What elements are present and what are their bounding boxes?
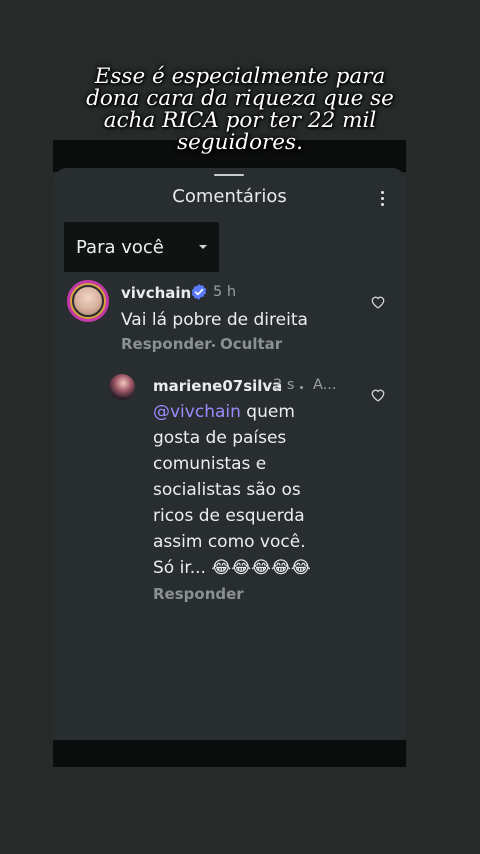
comment-time: 5 h (213, 284, 237, 300)
caption-line: dona cara da riqueza que se (86, 86, 394, 111)
reply-text-line: comunistas e (153, 454, 267, 474)
video-caption: Esse é especialmente para dona cara da r… (40, 66, 440, 154)
reply-button[interactable]: Responder (153, 585, 244, 603)
comment-username[interactable]: vivchain (121, 284, 191, 302)
comment-filter-dropdown[interactable]: Para você (64, 222, 219, 272)
avatar[interactable] (109, 374, 135, 400)
mention-link[interactable]: @vivchain (153, 402, 241, 422)
verified-badge-icon (191, 284, 207, 300)
comment-extra: A... (313, 377, 337, 393)
avatar[interactable] (67, 280, 109, 322)
caption-line: Esse é especialmente para (94, 64, 386, 89)
caption-line: acha RICA por ter 22 mil (103, 108, 377, 133)
reply-text: @vivchain quem gosta de países comunista… (153, 399, 353, 581)
comment-time: 2 s (273, 377, 295, 393)
letterbox-bottom (53, 740, 406, 767)
hide-button[interactable]: Ocultar (220, 335, 282, 353)
comment-text: Vai lá pobre de direita (121, 310, 308, 330)
separator-dot (300, 386, 303, 389)
reply-text-line: Só ir... 😂😂😂😂😂 (153, 558, 311, 578)
drag-handle[interactable] (214, 174, 244, 176)
reply-text-line-1: @vivchain quem (153, 402, 295, 422)
reply-button[interactable]: Responder (121, 335, 212, 353)
filter-label: Para você (76, 236, 164, 258)
reply-text-line: assim como você. (153, 532, 306, 552)
reply-text-line: socialistas são os (153, 480, 301, 500)
caret-down-icon (199, 245, 207, 249)
caption-line: seguidores. (177, 130, 303, 155)
more-options-icon[interactable] (379, 191, 385, 209)
like-heart-icon[interactable] (370, 387, 386, 402)
reply-text-line: gosta de países (153, 428, 287, 448)
comments-sheet: Comentários Para você vivchain 5 h Vai l… (53, 168, 406, 740)
sheet-title: Comentários (172, 186, 287, 207)
separator-dot (212, 344, 215, 347)
reply-text-line: ricos de esquerda (153, 506, 305, 526)
like-heart-icon[interactable] (370, 294, 386, 309)
comment-username[interactable]: mariene07silva (153, 377, 282, 395)
screen: Esse é especialmente para dona cara da r… (0, 0, 480, 854)
